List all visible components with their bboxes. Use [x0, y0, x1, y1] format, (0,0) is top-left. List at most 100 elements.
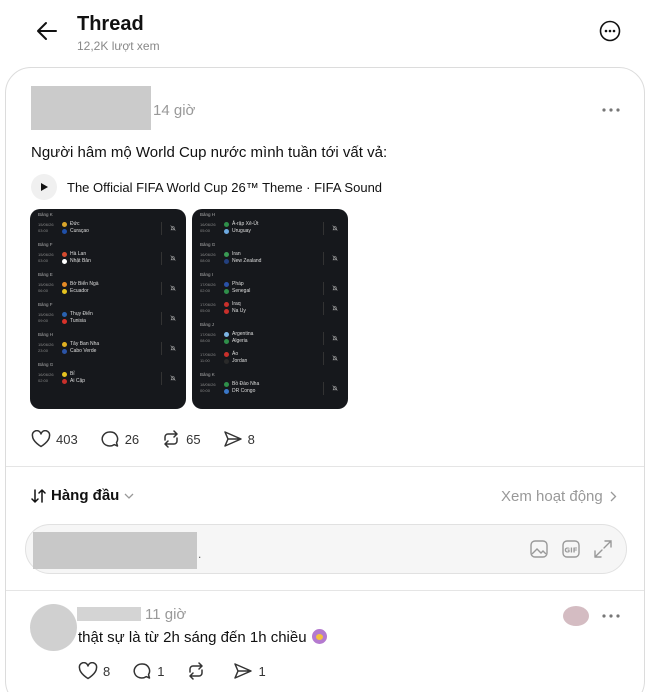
repost-button[interactable]: 65 [161, 430, 201, 448]
comment-like-button[interactable]: 8 [78, 662, 110, 680]
comment-more-icon[interactable] [600, 608, 622, 624]
like-button[interactable]: 403 [31, 430, 78, 448]
match-row[interactable]: 15/06/26 03:00 Hà Lan Nhật Bản [38, 249, 180, 269]
flag-icon [62, 378, 67, 384]
match-row[interactable]: 16/06/26 05:00 Ả-rập Xê-Út Uruguay [200, 219, 342, 239]
bell-off-icon[interactable] [170, 375, 176, 381]
share-count: 8 [247, 431, 255, 447]
team-label: Thụy Điển [70, 311, 93, 317]
bell-off-icon[interactable] [170, 285, 176, 291]
match-row[interactable]: 15/06/26 23:00 Tây Ban Nha Cabo Verde [38, 339, 180, 359]
reply-input[interactable]: . GIF [25, 524, 627, 574]
bell-off-icon[interactable] [332, 255, 338, 261]
bell-off-icon[interactable] [332, 225, 338, 231]
comment-repost-button[interactable] [186, 662, 211, 680]
comment-like-count: 8 [103, 663, 111, 679]
team-name: DR Congo [224, 388, 255, 394]
group-label: Bảng G [38, 362, 54, 367]
bell-off-icon[interactable] [332, 305, 338, 311]
bell-off-icon[interactable] [332, 355, 338, 361]
separator [161, 252, 162, 265]
match-date: 15/06/26 23:00 [38, 342, 54, 353]
post-image-1[interactable]: Bảng K 15/06/26 03:00 Đức Curaçao Bảng F 15/0… [30, 209, 186, 409]
team-name: Bồ Đào Nha [224, 381, 259, 387]
bell-off-icon[interactable] [170, 345, 176, 351]
group-label: Bảng I [200, 272, 214, 277]
match-date: 16/06/26 02:00 [38, 372, 54, 383]
comment-icon [133, 663, 151, 679]
match-date: 15/06/26 06:00 [38, 282, 54, 293]
page-title: Thread [77, 13, 144, 35]
activity-label: Xem hoạt động [501, 488, 603, 505]
music-title: The Official FIFA World Cup 26™ Theme · … [67, 179, 383, 195]
avatar[interactable] [30, 604, 77, 651]
match-row[interactable]: 15/06/26 09:00 Thụy Điển Tunisia [38, 309, 180, 329]
comment-count: 26 [124, 431, 140, 447]
team-name: Curaçao [62, 228, 89, 234]
separator [323, 332, 324, 345]
team-label: Iraq [232, 301, 241, 307]
bell-off-icon[interactable] [332, 285, 338, 291]
comment-button[interactable]: 26 [100, 430, 139, 448]
match-row[interactable]: 16/06/26 08:00 Iran New Zealand [200, 249, 342, 269]
separator [161, 372, 162, 385]
match-row[interactable]: 15/06/26 06:00 Bờ Biển Ngà Ecuador [38, 279, 180, 299]
post-more-icon[interactable] [600, 102, 622, 118]
reply-dot: . [198, 547, 202, 561]
bell-off-icon[interactable] [170, 255, 176, 261]
bell-off-icon[interactable] [332, 335, 338, 341]
team-name: Algeria [224, 338, 248, 344]
team-label: Ả-rập Xê-Út [232, 221, 259, 227]
bell-off-icon[interactable] [332, 385, 338, 391]
chevron-down-icon [124, 493, 134, 499]
view-activity-link[interactable]: Xem hoạt động [501, 488, 617, 505]
more-circle-icon[interactable] [598, 19, 622, 43]
expand-icon[interactable] [592, 538, 614, 560]
liker-avatar [563, 606, 589, 626]
match-row[interactable]: 17/06/26 11:00 Áo Jordan [200, 349, 342, 369]
bell-off-icon[interactable] [170, 225, 176, 231]
match-row[interactable]: 17/06/26 05:00 Iraq Na Uy [200, 299, 342, 319]
play-icon[interactable] [31, 174, 57, 200]
reply-placeholder-redacted [33, 532, 197, 569]
match-row[interactable]: 16/06/26 02:00 Bỉ Ai Cập [38, 369, 180, 389]
repost-icon [164, 430, 178, 448]
match-row[interactable]: 17/06/26 02:00 Pháp Senegal [200, 279, 342, 299]
arrow-left-icon[interactable] [34, 18, 60, 44]
image-icon[interactable] [528, 538, 550, 560]
team-name: Jordan [224, 358, 247, 364]
music-attachment[interactable]: The Official FIFA World Cup 26™ Theme · … [31, 174, 382, 200]
team-label: Curaçao [70, 228, 89, 234]
match-row[interactable]: 15/06/26 03:00 Đức Curaçao [38, 219, 180, 239]
share-button[interactable]: 8 [223, 430, 255, 448]
team-label: Jordan [232, 358, 248, 364]
team-label: Pháp [232, 281, 244, 287]
match-row[interactable]: 17/06/26 08:00 Argentina Algeria [200, 329, 342, 349]
match-row[interactable]: 18/06/26 00:00 Bồ Đào Nha DR Congo [200, 379, 342, 399]
sort-icon [31, 488, 46, 503]
team-name: New Zealand [224, 258, 261, 264]
team-label: Senegal [232, 288, 251, 294]
comment-share-button[interactable]: 1 [233, 662, 266, 680]
team-label: Ai Cập [70, 378, 86, 384]
flag-icon [62, 281, 67, 287]
team-label: Uruguay [232, 228, 251, 234]
divider [6, 466, 644, 467]
post-image-2[interactable]: Bảng H 16/06/26 05:00 Ả-rập Xê-Út Uruguay Bả… [192, 209, 348, 409]
flag-icon [62, 371, 67, 377]
team-label: New Zealand [232, 258, 262, 264]
gif-icon[interactable]: GIF [560, 538, 582, 560]
top-bar: Thread 12,2K lượt xem [0, 0, 647, 66]
match-date: 17/06/26 11:00 [200, 352, 216, 363]
group-label: Bảng K [38, 212, 53, 217]
team-name: Thụy Điển [62, 311, 93, 317]
comment-reply-button[interactable]: 1 [132, 662, 164, 680]
post-time: 14 giờ [153, 102, 196, 119]
sort-dropdown[interactable]: Hàng đầu [31, 487, 134, 504]
heart-icon [78, 662, 98, 680]
bell-off-icon[interactable] [170, 315, 176, 321]
flag-icon [224, 338, 229, 344]
send-icon [234, 663, 253, 679]
team-label: Tây Ban Nha [70, 341, 100, 347]
team-label: Bỉ [70, 371, 75, 377]
